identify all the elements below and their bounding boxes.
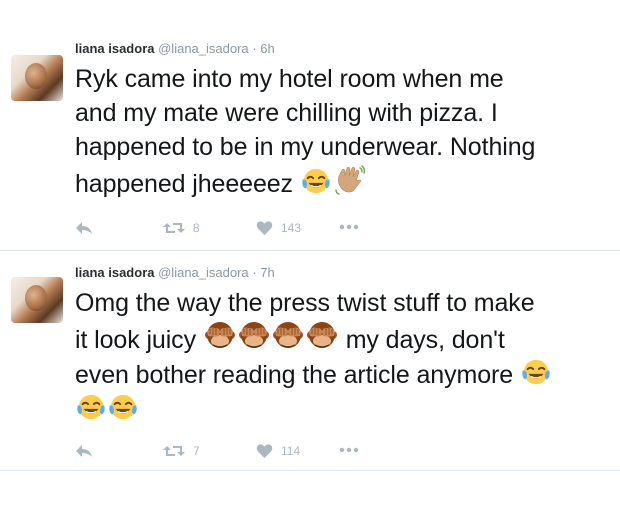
display-name[interactable]: liana isadora <box>75 41 154 56</box>
timestamp[interactable]: 7h <box>260 265 274 280</box>
retweet-button[interactable]: 7 <box>163 443 200 459</box>
see-no-evil-monkey-emoji <box>306 320 338 352</box>
waving-hand-emoji <box>333 164 365 196</box>
tweet-text-line: Ryk came into my hotel room when me <box>75 65 504 93</box>
face-with-tears-of-joy-emoji <box>301 166 331 196</box>
tweet-text-segment: happened jheeeeez <box>75 170 293 198</box>
retweet-count: 8 <box>193 221 200 235</box>
retweet-button[interactable]: 8 <box>163 220 200 236</box>
tweet-text-segment: my days, don't <box>345 326 505 354</box>
feed-bottom-divider <box>0 470 620 471</box>
tweet-text-line <box>75 392 615 427</box>
like-count: 143 <box>281 221 302 235</box>
reply-button[interactable] <box>75 220 93 236</box>
like-button[interactable]: 143 <box>256 220 301 236</box>
display-name[interactable]: liana isadora <box>75 265 154 280</box>
user-handle[interactable]: @liana_isadora <box>158 41 249 56</box>
more-icon <box>339 447 359 453</box>
tweet-header: liana isadora @liana_isadora · 6h <box>75 41 275 57</box>
tweet-text: Omg the way the press twist stuff to mak… <box>75 286 615 427</box>
retweet-icon <box>163 223 185 233</box>
avatar[interactable] <box>11 277 63 323</box>
tweet-text-line: Omg the way the press twist stuff to mak… <box>75 289 535 317</box>
tweet-header: liana isadora @liana_isadora · 7h <box>75 265 275 281</box>
tweet-text-segment: even bother reading the article anymore <box>75 361 514 389</box>
more-button[interactable] <box>339 447 359 453</box>
avatar[interactable] <box>11 55 63 101</box>
reply-icon <box>76 445 92 457</box>
tweet-text: Ryk came into my hotel room when me and … <box>75 62 615 201</box>
see-no-evil-monkey-emoji <box>272 320 304 352</box>
like-icon <box>256 444 273 458</box>
like-icon <box>256 221 273 235</box>
tweet-text-line: it look juicy my days, don't <box>75 320 615 357</box>
tweet-actions: 7 114 <box>75 443 395 463</box>
reply-icon <box>76 222 92 234</box>
face-with-tears-of-joy-emoji <box>108 392 138 422</box>
separator-dot: · <box>252 41 257 56</box>
separator-dot: · <box>252 265 257 280</box>
more-icon <box>339 224 359 230</box>
reply-button[interactable] <box>75 443 93 459</box>
tweet-text-line: happened to be in my underwear. Nothing <box>75 133 536 161</box>
tweet-text-line: even bother reading the article anymore <box>75 357 615 392</box>
see-no-evil-monkey-emoji <box>204 320 236 352</box>
retweet-count: 7 <box>193 444 200 458</box>
tweet-1[interactable]: liana isadora @liana_isadora · 6h Ryk ca… <box>0 0 620 250</box>
see-no-evil-monkey-emoji <box>238 320 270 352</box>
face-with-tears-of-joy-emoji <box>76 392 106 422</box>
tweet-text-line: happened jheeeeez <box>75 164 615 201</box>
more-button[interactable] <box>339 224 359 230</box>
face-with-tears-of-joy-emoji <box>521 357 551 387</box>
tweet-2[interactable]: liana isadora @liana_isadora · 7h Omg th… <box>0 250 620 470</box>
tweet-actions: 8 143 <box>75 220 395 240</box>
tweet-feed: liana isadora @liana_isadora · 6h Ryk ca… <box>0 0 620 471</box>
user-handle[interactable]: @liana_isadora <box>158 265 249 280</box>
like-count: 114 <box>281 444 301 458</box>
timestamp[interactable]: 6h <box>260 41 274 56</box>
tweet-text-line: and my mate were chilling with pizza. I <box>75 99 498 127</box>
like-button[interactable]: 114 <box>256 443 300 459</box>
tweet-text-segment: it look juicy <box>75 326 196 354</box>
retweet-icon <box>163 446 185 456</box>
